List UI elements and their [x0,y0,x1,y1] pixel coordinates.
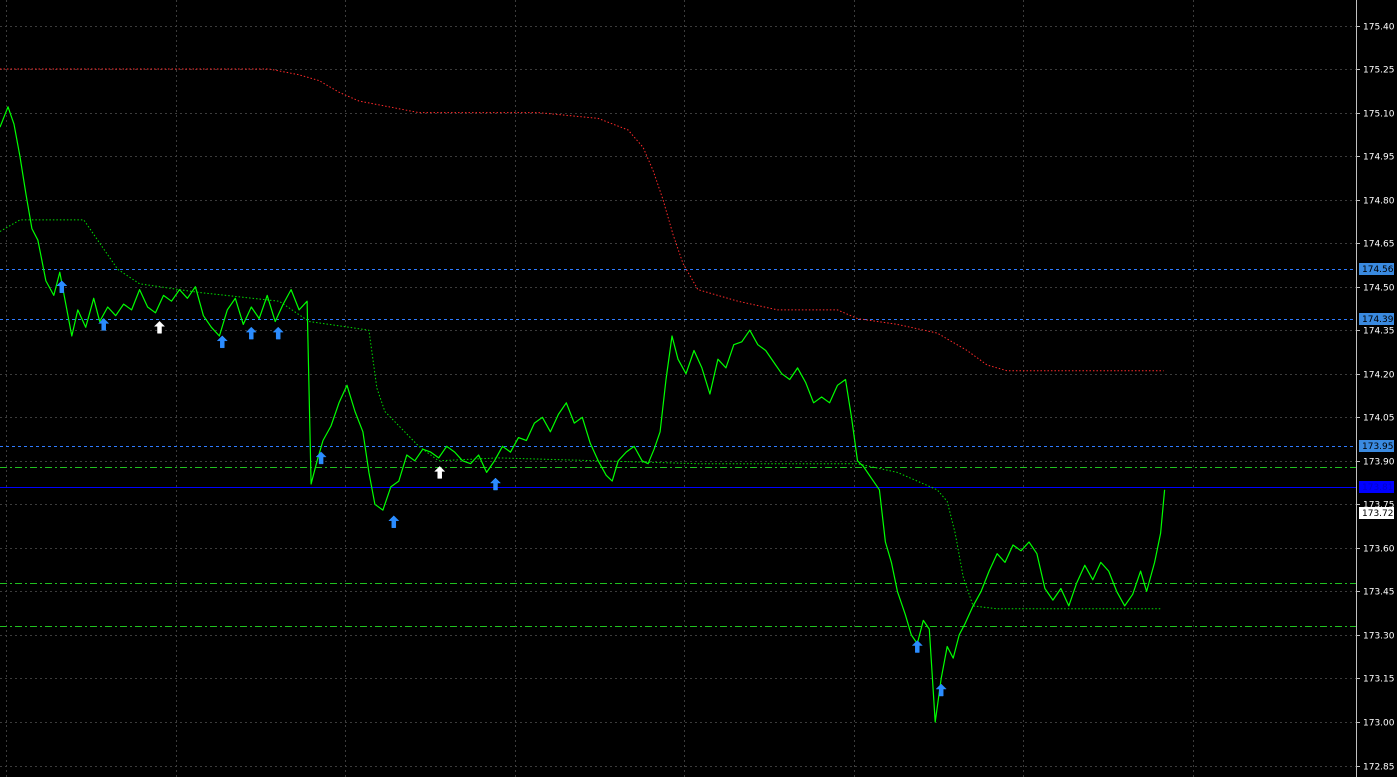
price-tick-label: 174.65 [1363,240,1395,250]
price-tick-label: 174.50 [1363,284,1395,294]
price-tick-label: 174.20 [1363,371,1395,381]
current-price-tag: 173.72 [1362,509,1394,519]
level-price-tag: 173.95 [1362,442,1394,452]
price-tick-label: 175.40 [1363,23,1395,33]
chart-background [0,0,1397,777]
price-tick-label: 174.35 [1363,327,1395,337]
level-price-tag: 174.39 [1362,315,1394,325]
price-tick-label: 175.25 [1363,66,1395,76]
price-tick-label: 173.60 [1363,545,1395,555]
price-tick-label: 173.45 [1363,588,1395,598]
level-price-tag: 173.81 [1362,483,1394,493]
price-tick-label: 173.90 [1363,458,1395,468]
price-tick-label: 174.80 [1363,197,1395,207]
price-tick-label: 174.95 [1363,153,1395,163]
price-tick-label: 173.00 [1363,719,1395,729]
price-tick-label: 173.15 [1363,675,1395,685]
price-tick-label: 175.10 [1363,110,1395,120]
price-tick-label: 173.30 [1363,632,1395,642]
price-tick-label: 172.85 [1363,763,1395,773]
level-price-tag: 174.56 [1362,265,1394,275]
price-tick-label: 174.05 [1363,414,1395,424]
price-chart[interactable]: 175.40 175.25 175.10 174.95 174.80 174.65 174.… [0,0,1397,777]
